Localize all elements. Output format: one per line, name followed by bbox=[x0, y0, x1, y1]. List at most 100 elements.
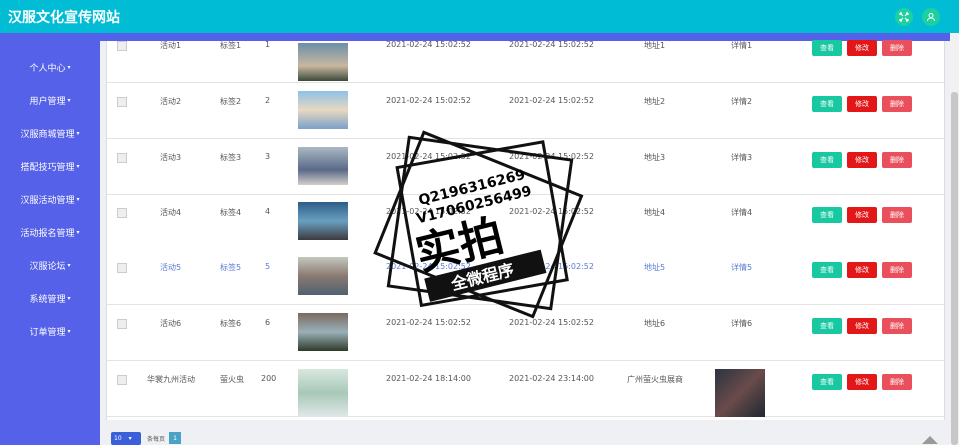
row-checkbox[interactable] bbox=[117, 208, 127, 218]
cell-name: 活动4 bbox=[160, 208, 182, 217]
chevron-down-icon: ▾ bbox=[67, 327, 71, 335]
table-row: 活动1 标签1 1 2021-02-24 15:02:52 2021-02-24 15:… bbox=[107, 27, 944, 83]
sidebar-item[interactable]: 个人中心 ▾ bbox=[0, 52, 100, 82]
pagination: 10 ▾ 条每页 1 bbox=[111, 431, 182, 445]
cell-addr: 地址5 bbox=[644, 263, 666, 272]
cell-addr: 地址6 bbox=[644, 319, 666, 328]
cell-name: 活动2 bbox=[160, 97, 182, 106]
chevron-down-icon: ▾ bbox=[76, 195, 80, 203]
cell-name: 华裳九州活动 bbox=[147, 375, 195, 384]
cell-addr: 地址2 bbox=[644, 97, 666, 106]
site-title: 汉服文化宣传网站 bbox=[8, 10, 120, 26]
chevron-down-icon: ▾ bbox=[76, 129, 80, 137]
sidebar-item[interactable]: 汉服活动管理 ▾ bbox=[0, 184, 100, 214]
page-size-value: 10 bbox=[114, 434, 122, 442]
cell-start: 2021-02-24 15:02:52 bbox=[386, 40, 471, 49]
activity-image bbox=[298, 313, 348, 351]
cell-detail: 详情5 bbox=[731, 263, 753, 272]
sidebar-item[interactable]: 订单管理 ▾ bbox=[0, 316, 100, 346]
edit-button[interactable]: 修改 bbox=[847, 318, 877, 334]
cell-tag: 标签6 bbox=[220, 319, 242, 328]
edit-button[interactable]: 修改 bbox=[847, 262, 877, 278]
row-checkbox[interactable] bbox=[117, 97, 127, 107]
delete-button[interactable]: 删除 bbox=[882, 318, 912, 334]
cell-name: 活动6 bbox=[160, 319, 182, 328]
cell-detail: 详情2 bbox=[731, 97, 753, 106]
chevron-down-icon: ▾ bbox=[67, 96, 71, 104]
row-checkbox[interactable] bbox=[117, 263, 127, 273]
user-icon[interactable] bbox=[922, 8, 940, 26]
delete-button[interactable]: 删除 bbox=[882, 262, 912, 278]
sidebar-item-label: 系统管理 bbox=[29, 294, 66, 305]
cell-num: 6 bbox=[265, 318, 271, 327]
activity-image bbox=[298, 147, 348, 185]
cell-num: 5 bbox=[265, 262, 271, 271]
row-checkbox[interactable] bbox=[117, 319, 127, 329]
cell-start: 2021-02-24 15:02:52 bbox=[386, 96, 471, 105]
sidebar-item[interactable]: 系统管理 ▾ bbox=[0, 283, 100, 313]
cell-detail: 详情4 bbox=[731, 208, 753, 217]
per-page-label: 条每页 bbox=[147, 435, 166, 443]
chevron-down-icon: ▾ bbox=[67, 294, 71, 302]
delete-button[interactable]: 删除 bbox=[882, 96, 912, 112]
edit-button[interactable]: 修改 bbox=[847, 374, 877, 390]
watermark-stamp: Q2196316269 V17060256499 实拍 全微程序 bbox=[370, 130, 590, 320]
sidebar-item[interactable]: 用户管理 ▾ bbox=[0, 85, 100, 115]
cell-num: 2 bbox=[265, 96, 271, 105]
activity-image bbox=[298, 257, 348, 295]
page-size-select[interactable]: 10 ▾ bbox=[111, 431, 141, 445]
cell-detail: 详情3 bbox=[731, 153, 753, 162]
cell-start: 2021-02-24 18:14:00 bbox=[386, 374, 471, 383]
sidebar-item[interactable]: 活动报名管理 ▾ bbox=[0, 217, 100, 247]
edit-button[interactable]: 修改 bbox=[847, 40, 877, 56]
cell-addr: 地址4 bbox=[644, 208, 666, 217]
view-button[interactable]: 查看 bbox=[812, 207, 842, 223]
chevron-down-icon: ▾ bbox=[67, 63, 71, 71]
row-checkbox[interactable] bbox=[117, 41, 127, 51]
cell-tag: 标签4 bbox=[220, 208, 242, 217]
edit-button[interactable]: 修改 bbox=[847, 207, 877, 223]
delete-button[interactable]: 删除 bbox=[882, 374, 912, 390]
sidebar-item-label: 订单管理 bbox=[29, 327, 66, 338]
cell-detail: 详情6 bbox=[731, 319, 753, 328]
sidebar-item[interactable]: 搭配技巧管理 ▾ bbox=[0, 151, 100, 181]
view-button[interactable]: 查看 bbox=[812, 262, 842, 278]
chevron-down-icon: ▾ bbox=[67, 261, 71, 269]
cell-addr: 地址3 bbox=[644, 153, 666, 162]
cell-name: 活动3 bbox=[160, 153, 182, 162]
sidebar-item-label: 汉服论坛 bbox=[29, 261, 66, 272]
cell-name: 活动5 bbox=[160, 263, 182, 272]
view-button[interactable]: 查看 bbox=[812, 152, 842, 168]
back-to-top-icon[interactable] bbox=[922, 436, 938, 444]
cell-end: 2021-02-24 15:02:52 bbox=[509, 40, 594, 49]
delete-button[interactable]: 删除 bbox=[882, 207, 912, 223]
view-button[interactable]: 查看 bbox=[812, 318, 842, 334]
view-button[interactable]: 查看 bbox=[812, 96, 842, 112]
cell-addr: 地址1 bbox=[644, 41, 666, 50]
detail-image bbox=[715, 369, 765, 417]
row-checkbox[interactable] bbox=[117, 153, 127, 163]
sidebar-item[interactable]: 汉服商城管理 ▾ bbox=[0, 118, 100, 148]
row-checkbox[interactable] bbox=[117, 375, 127, 385]
cell-tag: 标签3 bbox=[220, 153, 242, 162]
cell-num: 200 bbox=[261, 374, 277, 383]
sidebar-item-label: 活动报名管理 bbox=[20, 228, 75, 239]
view-button[interactable]: 查看 bbox=[812, 40, 842, 56]
view-button[interactable]: 查看 bbox=[812, 374, 842, 390]
cell-num: 1 bbox=[265, 40, 271, 49]
cell-detail: 详情1 bbox=[731, 41, 753, 50]
chevron-down-icon: ▾ bbox=[128, 434, 132, 442]
cell-tag: 标签5 bbox=[220, 263, 242, 272]
cell-num: 4 bbox=[265, 207, 271, 216]
delete-button[interactable]: 删除 bbox=[882, 152, 912, 168]
edit-button[interactable]: 修改 bbox=[847, 152, 877, 168]
sidebar-item[interactable]: 汉服论坛 ▾ bbox=[0, 250, 100, 280]
sidebar-item-label: 个人中心 bbox=[29, 63, 66, 74]
delete-button[interactable]: 删除 bbox=[882, 40, 912, 56]
page-number[interactable]: 1 bbox=[169, 432, 182, 444]
fullscreen-icon[interactable] bbox=[895, 8, 913, 26]
sidebar-item-label: 搭配技巧管理 bbox=[20, 162, 75, 173]
edit-button[interactable]: 修改 bbox=[847, 96, 877, 112]
scrollbar-thumb[interactable] bbox=[951, 92, 958, 445]
table-row: 华裳九州活动 萤火虫 200 2021-02-24 18:14:00 2021-02-2… bbox=[107, 361, 944, 417]
